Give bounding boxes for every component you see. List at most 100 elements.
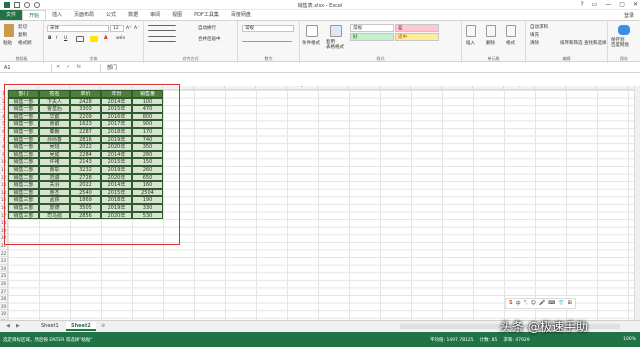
italic-button[interactable]: I: [56, 36, 57, 41]
border-icon[interactable]: [76, 36, 84, 42]
column-header-r[interactable]: R: [535, 86, 566, 90]
delete-cells-button[interactable]: 删除: [486, 40, 495, 46]
column-header-h[interactable]: H: [225, 86, 256, 90]
ime-chinese-button[interactable]: 中: [516, 300, 521, 307]
align-top-icon[interactable]: [148, 25, 176, 31]
ime-emoji-icon[interactable]: ☺: [531, 300, 536, 307]
help-button[interactable]: ?: [580, 1, 583, 8]
row-header-24[interactable]: 24: [0, 264, 8, 273]
fill-color-icon[interactable]: [90, 36, 98, 42]
align-left-icon[interactable]: [148, 36, 176, 42]
minimize-button[interactable]: —: [605, 1, 611, 8]
insert-cells-button[interactable]: 插入: [466, 40, 475, 46]
ime-skin-icon[interactable]: 👕: [558, 300, 564, 307]
tab-page-layout[interactable]: 页面布局: [68, 10, 100, 20]
prev-sheet-icon[interactable]: ◀: [6, 323, 10, 329]
format-painter-button[interactable]: 格式刷: [18, 40, 32, 46]
conditional-format-button[interactable]: 条件格式: [302, 40, 320, 46]
zoom-level[interactable]: 100%: [623, 337, 636, 342]
ime-punct-button[interactable]: °,: [524, 300, 528, 307]
row-header-23[interactable]: 23: [0, 257, 8, 265]
style-neutral[interactable]: 适中: [395, 33, 439, 41]
row-header-26[interactable]: 26: [0, 280, 8, 288]
column-header-g[interactable]: G: [194, 86, 225, 90]
style-normal[interactable]: 常规: [350, 24, 394, 32]
tab-review[interactable]: 审阅: [144, 10, 166, 20]
column-header-o[interactable]: O: [442, 86, 473, 90]
autosum-button[interactable]: 自动求和: [530, 24, 548, 30]
undo-icon[interactable]: [24, 2, 30, 8]
tab-pdf-tools[interactable]: PDF工具集: [188, 10, 225, 20]
status-message: 选定目标区域，然后按 ENTER 或选择"粘贴": [3, 338, 93, 343]
number-format-select[interactable]: 常规: [242, 25, 294, 32]
tab-formulas[interactable]: 公式: [100, 10, 122, 20]
row-header-25[interactable]: 25: [0, 272, 8, 280]
sogou-logo-icon[interactable]: S: [509, 300, 513, 307]
find-select-button[interactable]: 查找和选择: [584, 40, 607, 46]
font-color-button[interactable]: A: [104, 36, 107, 41]
save-to-baidu-button[interactable]: 保存到 百度网盘: [611, 38, 629, 48]
underline-button[interactable]: U: [64, 36, 67, 41]
redo-icon[interactable]: [34, 2, 40, 8]
column-header-q[interactable]: Q: [504, 86, 535, 90]
name-box[interactable]: A1: [2, 64, 52, 72]
tab-baidu-netdisk[interactable]: 百度网盘: [225, 10, 257, 20]
ime-keyboard-icon[interactable]: ⌨: [548, 300, 555, 307]
sheet-tab-sheet1[interactable]: Sheet1: [36, 322, 64, 331]
sort-filter-button[interactable]: 排序和筛选: [560, 40, 583, 46]
wrap-text-button[interactable]: 自动换行: [198, 25, 216, 31]
editing-group-label: 编辑: [562, 56, 571, 61]
maximize-button[interactable]: ▢: [619, 1, 625, 8]
decrease-font-button[interactable]: A⁻: [134, 26, 139, 31]
increase-font-button[interactable]: A⁺: [126, 26, 131, 31]
tab-file[interactable]: 文件: [0, 10, 22, 20]
style-good[interactable]: 好: [350, 33, 394, 41]
save-icon[interactable]: [14, 2, 20, 8]
column-header-n[interactable]: N: [411, 86, 442, 90]
copy-button[interactable]: 复制: [18, 32, 27, 38]
column-header-i[interactable]: I: [256, 86, 287, 90]
next-sheet-icon[interactable]: ▶: [16, 323, 20, 329]
enter-icon[interactable]: ✓: [66, 64, 70, 70]
font-size-select[interactable]: 12: [110, 25, 124, 32]
tab-home[interactable]: 开始: [22, 10, 47, 20]
number-format-buttons-icon[interactable]: [242, 36, 292, 42]
column-header-s[interactable]: S: [566, 86, 597, 90]
format-as-table-button[interactable]: 套用 表格格式: [326, 40, 344, 50]
format-cells-button[interactable]: 格式: [506, 40, 515, 46]
font-name-select[interactable]: 宋体: [47, 25, 109, 32]
sheet-tab-sheet2[interactable]: Sheet2: [66, 322, 96, 331]
tab-view[interactable]: 视图: [166, 10, 188, 20]
tab-data[interactable]: 数据: [122, 10, 144, 20]
row-header-30[interactable]: 30: [0, 310, 8, 318]
style-bad[interactable]: 差: [395, 24, 439, 32]
insert-function-icon[interactable]: fx: [76, 64, 81, 70]
column-header-m[interactable]: M: [380, 86, 411, 90]
phonetic-button[interactable]: wén: [116, 36, 125, 41]
merge-center-button[interactable]: 合并后居中: [198, 36, 221, 42]
clear-button[interactable]: 清除: [530, 40, 539, 46]
row-header-22[interactable]: 22: [0, 249, 8, 258]
ime-menu-icon[interactable]: ⊞: [568, 300, 572, 307]
login-link[interactable]: 登录: [624, 12, 634, 19]
column-header-k[interactable]: K: [318, 86, 349, 90]
add-sheet-button[interactable]: ⊕: [96, 322, 110, 331]
tab-insert[interactable]: 插入: [46, 10, 68, 20]
ribbon-display-button[interactable]: ▭: [592, 1, 598, 8]
column-header-t[interactable]: T: [597, 86, 628, 90]
ime-mic-icon[interactable]: 🎤: [539, 300, 545, 307]
column-header-j[interactable]: J: [287, 86, 318, 90]
cancel-icon[interactable]: ✕: [56, 64, 60, 70]
cut-button[interactable]: 剪切: [18, 24, 27, 30]
fill-button[interactable]: 填充: [530, 32, 539, 38]
close-button[interactable]: ✕: [633, 1, 638, 8]
paste-button[interactable]: 粘贴: [3, 40, 12, 46]
vertical-scrollbar[interactable]: [634, 86, 640, 320]
bold-button[interactable]: B: [48, 36, 51, 41]
row-header-28[interactable]: 28: [0, 295, 8, 303]
row-header-29[interactable]: 29: [0, 302, 8, 311]
column-header-l[interactable]: L: [349, 86, 380, 90]
row-header-27[interactable]: 27: [0, 287, 8, 296]
column-header-p[interactable]: P: [473, 86, 504, 90]
formula-input[interactable]: 部门: [100, 64, 636, 72]
